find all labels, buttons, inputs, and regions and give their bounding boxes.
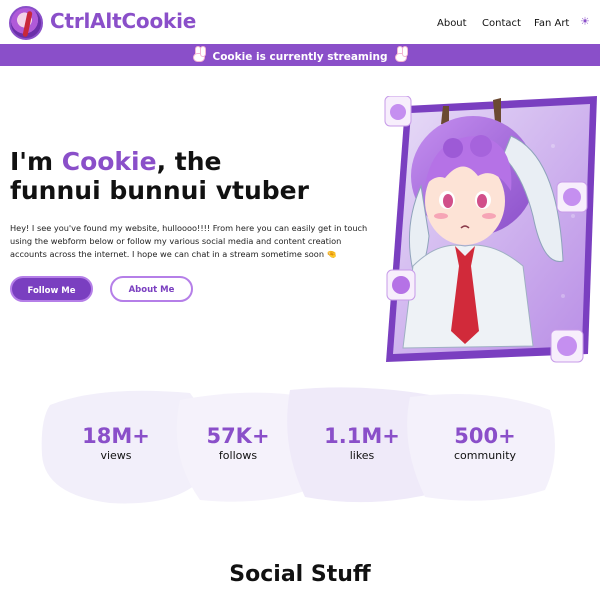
stat-community: 500+ community [425, 424, 545, 463]
stat-label: community [453, 449, 517, 462]
stat-label: follows [218, 449, 258, 462]
streaming-status-text: Cookie is currently streaming [212, 51, 388, 63]
stat-value: 57K+ [206, 424, 270, 448]
site-header: CtrlAltCookie About Contact Fan Art ☀ [0, 0, 600, 44]
stat-label: views [100, 449, 132, 462]
social-section-title: Social Stuff [229, 562, 371, 587]
bunny-icon [394, 46, 409, 62]
stat-value: 18M+ [82, 424, 150, 448]
sticker-emote [384, 96, 412, 127]
stat-views: 18M+ views [56, 424, 176, 463]
stat-label: likes [349, 449, 375, 462]
hero-description: Hey! I see you've found my website, hull… [10, 223, 368, 259]
nav-fan-art-link[interactable]: Fan Art [534, 18, 569, 29]
avatar-logo[interactable] [9, 6, 43, 40]
hero-title-prefix: I'm [10, 147, 62, 176]
stat-value: 500+ [454, 424, 516, 448]
streaming-banner[interactable]: Cookie is currently streaming [0, 44, 600, 66]
character-artwork [384, 96, 597, 363]
nav-contact-link[interactable]: Contact [482, 18, 521, 29]
follow-me-button[interactable]: Follow Me [10, 276, 93, 302]
site-logo-text[interactable]: CtrlAltCookie [50, 9, 196, 33]
stat-follows: 57K+ follows [178, 424, 298, 463]
hero-title-line-2: funnui bunnui vtuber [10, 176, 309, 205]
hero-title: I'm Cookie, the funnui bunnui vtuber [10, 147, 390, 205]
hero-title-name: Cookie [61, 147, 157, 176]
stat-likes: 1.1M+ likes [302, 424, 422, 463]
hero-title-suffix: , the [156, 147, 222, 176]
bunny-icon [192, 46, 206, 62]
stat-value: 1.1M+ [324, 424, 400, 448]
sun-icon[interactable]: ☀ [580, 16, 590, 27]
nav-about-link[interactable]: About [437, 18, 467, 29]
about-me-button[interactable]: About Me [110, 276, 193, 302]
